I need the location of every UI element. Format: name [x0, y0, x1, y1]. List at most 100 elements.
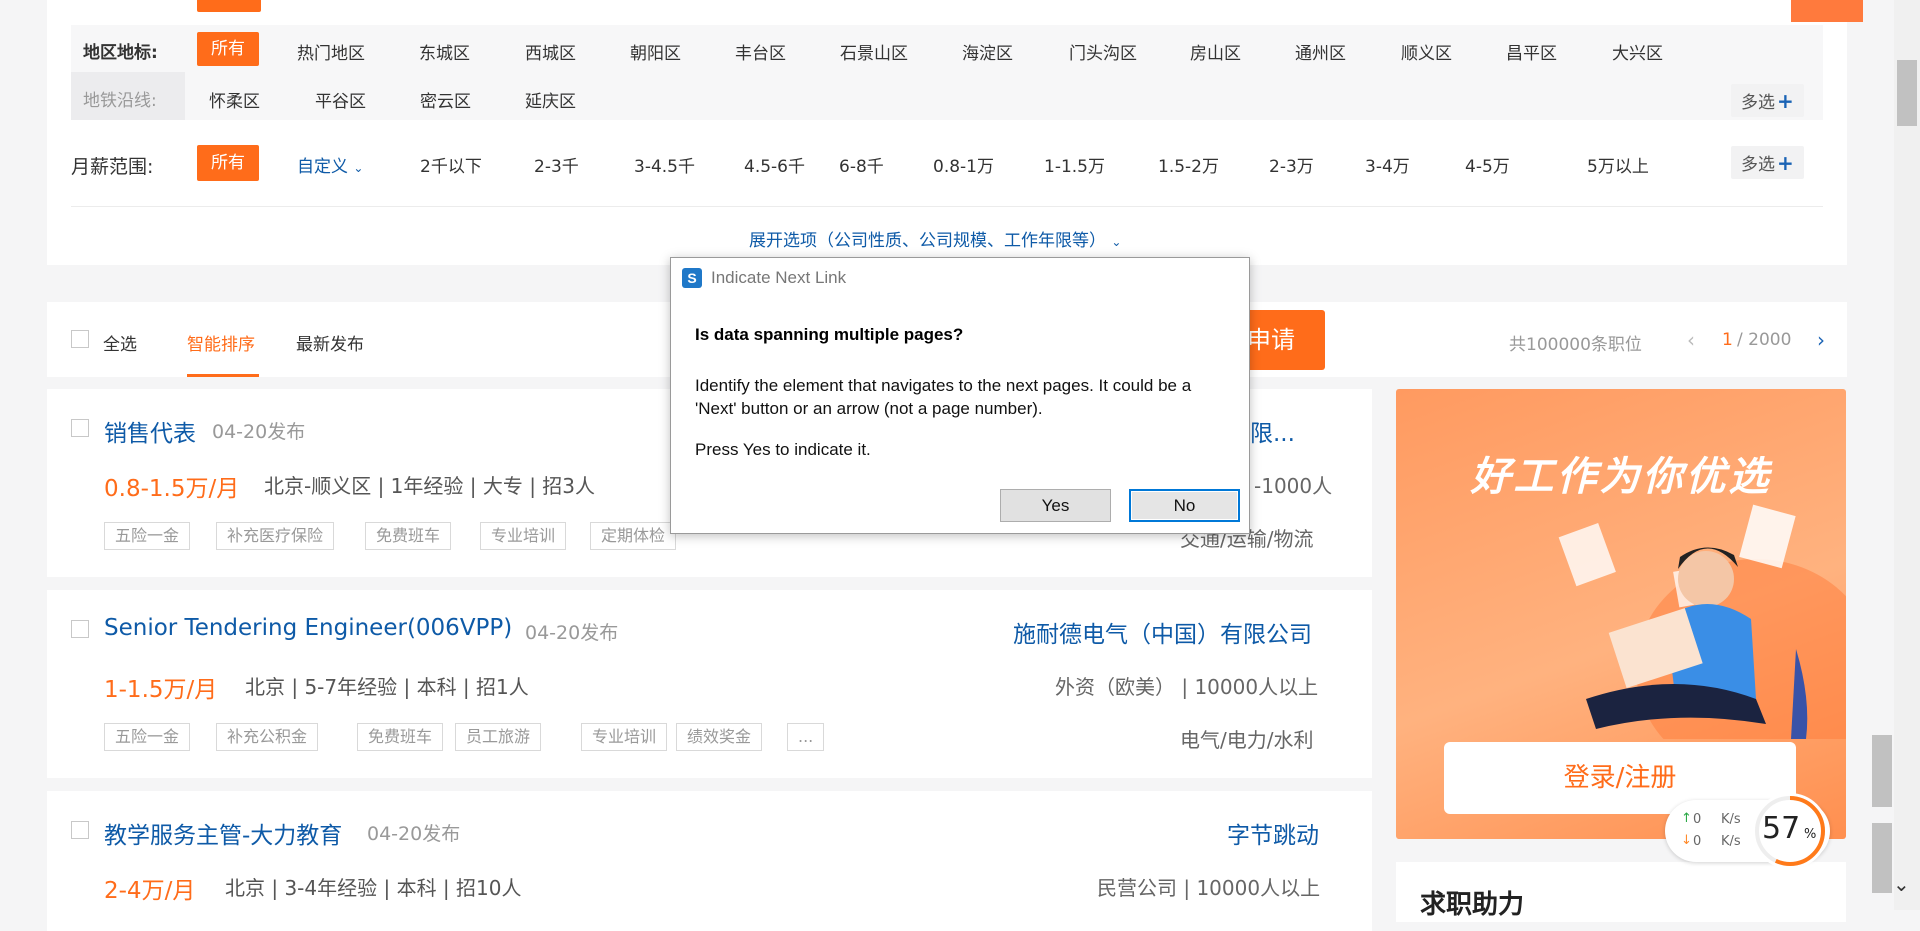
filter-option[interactable]: 西城区: [525, 39, 576, 64]
benefit-tag: 补充公积金: [216, 723, 319, 751]
job-card[interactable]: Senior Tendering Engineer(006VPP) 04-20发…: [47, 590, 1372, 778]
metro-label[interactable]: 地铁沿线:: [83, 86, 157, 111]
upload-speed: 0: [1693, 812, 1702, 827]
filter-option[interactable]: 顺义区: [1401, 39, 1452, 64]
sort-smart[interactable]: 智能排序: [187, 330, 255, 355]
filter-option[interactable]: 6-8千: [839, 152, 884, 177]
filter-option[interactable]: 昌平区: [1506, 39, 1557, 64]
job-title[interactable]: Senior Tendering Engineer(006VPP): [104, 615, 512, 641]
filter-option[interactable]: 热门地区: [297, 39, 365, 64]
filter-option[interactable]: 1-1.5万: [1044, 152, 1105, 177]
page-scrollbar[interactable]: [1894, 0, 1920, 910]
job-salary: 1-1.5万/月: [104, 677, 218, 703]
expand-options-link[interactable]: 展开选项（公司性质、公司规模、工作年限等） ⌄: [749, 226, 1121, 251]
area-all-option[interactable]: 所有: [197, 32, 259, 66]
multi-label: 多选: [1741, 93, 1775, 113]
no-button[interactable]: No: [1129, 489, 1240, 522]
upload-arrow-icon: ↑: [1681, 811, 1692, 826]
dialog-message: Identify the element that navigates to t…: [695, 376, 1192, 418]
job-checkbox[interactable]: [71, 620, 89, 638]
job-salary: 0.8-1.5万/月: [104, 476, 240, 502]
filter-option[interactable]: 怀柔区: [209, 87, 260, 112]
filter-option[interactable]: 0.8-1万: [933, 152, 994, 177]
benefit-tag: 员工旅游: [455, 723, 542, 751]
company-name[interactable]: 字节跳动: [1227, 816, 1319, 850]
select-all-label[interactable]: 全选: [103, 330, 137, 355]
prev-page-icon[interactable]: ‹: [1687, 328, 1695, 352]
job-date: 04-20发布: [212, 421, 306, 443]
dialog-titlebar[interactable]: S Indicate Next Link: [671, 258, 1249, 294]
download-speed: 0: [1693, 834, 1702, 849]
scroll-down-icon[interactable]: ⌄: [1893, 872, 1910, 896]
job-salary: 2-4万/月: [104, 878, 196, 904]
filter-option[interactable]: 朝阳区: [630, 39, 681, 64]
job-meta: 北京 | 3-4年经验 | 本科 | 招10人: [225, 876, 522, 900]
app-logo-icon: S: [682, 268, 702, 288]
filter-option[interactable]: 房山区: [1190, 39, 1241, 64]
company-name[interactable]: 施耐德电气（中国）有限公司: [1013, 615, 1312, 649]
filter-option[interactable]: 密云区: [420, 87, 471, 112]
scrollbar-thumb[interactable]: [1897, 60, 1917, 126]
yes-button[interactable]: Yes: [1000, 489, 1111, 522]
filter-option[interactable]: 东城区: [419, 39, 470, 64]
illustration-person-laptop-icon: [1558, 504, 1846, 739]
percent-sign: %: [1804, 827, 1817, 842]
filter-option[interactable]: 2-3万: [1269, 152, 1314, 177]
filter-option[interactable]: 平谷区: [315, 87, 366, 112]
area-label: 地区地标:: [83, 43, 158, 63]
salary-multi-select[interactable]: 多选 +: [1731, 146, 1804, 179]
job-checkbox[interactable]: [71, 419, 89, 437]
expand-label: 展开选项（公司性质、公司规模、工作年限等）: [749, 231, 1106, 251]
filter-option[interactable]: 延庆区: [525, 87, 576, 112]
filter-option[interactable]: 2千以下: [420, 152, 482, 177]
job-checkbox[interactable]: [71, 821, 89, 839]
next-page-icon[interactable]: ›: [1817, 328, 1825, 352]
dialog-prompt: Press Yes to indicate it.: [695, 440, 871, 459]
filter-option[interactable]: 4.5-6千: [744, 152, 805, 177]
select-all-checkbox[interactable]: [71, 330, 89, 348]
filter-option[interactable]: 丰台区: [735, 39, 786, 64]
filter-option[interactable]: 海淀区: [962, 39, 1013, 64]
salary-label: 月薪范围:: [71, 156, 154, 178]
job-date: 04-20发布: [525, 622, 619, 644]
company-meta: -1000人: [1254, 474, 1333, 498]
page-total: / 2000: [1737, 330, 1792, 350]
dialog-heading: Is data spanning multiple pages?: [695, 325, 964, 344]
sort-latest[interactable]: 最新发布: [296, 330, 364, 355]
job-meta: 北京-顺义区 | 1年经验 | 大专 | 招3人: [264, 474, 596, 498]
side-scroll-thumb[interactable]: [1872, 823, 1892, 893]
area-multi-select[interactable]: 多选 +: [1731, 84, 1804, 117]
speed-unit: K/s: [1721, 812, 1741, 827]
job-title[interactable]: 销售代表: [104, 414, 196, 448]
filter-option[interactable]: 门头沟区: [1069, 39, 1137, 64]
filter-option[interactable]: 3-4.5千: [634, 152, 695, 177]
memory-percent: 57: [1762, 811, 1801, 846]
benefit-tag: 定期体检: [590, 522, 677, 550]
side-scroll-thumb[interactable]: [1872, 735, 1892, 807]
filter-option[interactable]: 5万以上: [1587, 152, 1649, 177]
chevron-down-icon: ⌄: [1111, 235, 1122, 249]
top-corner-accent: [1791, 0, 1863, 22]
filter-option[interactable]: 石景山区: [840, 39, 908, 64]
city-selected-chip[interactable]: [197, 0, 261, 12]
filter-option[interactable]: 2-3千: [534, 152, 579, 177]
filter-option[interactable]: 4-5万: [1465, 152, 1510, 177]
promo-banner[interactable]: 好工作为你优选 登录/注册: [1396, 389, 1846, 839]
filter-option[interactable]: 通州区: [1295, 39, 1346, 64]
benefit-tag: 专业培训: [581, 723, 668, 751]
job-meta: 北京 | 5-7年经验 | 本科 | 招1人: [245, 675, 529, 699]
job-card[interactable]: 教学服务主管-大力教育 04-20发布 2-4万/月 北京 | 3-4年经验 |…: [47, 791, 1372, 931]
filter-option[interactable]: 大兴区: [1612, 39, 1663, 64]
plus-icon: +: [1777, 89, 1794, 113]
memory-usage-indicator[interactable]: 57 %: [1752, 793, 1828, 869]
salary-all-option[interactable]: 所有: [197, 145, 259, 181]
plus-icon: +: [1777, 151, 1794, 175]
current-page: 1: [1722, 330, 1733, 350]
total-count: 共100000条职位: [1509, 335, 1642, 355]
company-meta: 民营公司 | 10000人以上: [1097, 876, 1321, 900]
filter-option[interactable]: 3-4万: [1365, 152, 1410, 177]
benefit-tag: 五险一金: [104, 522, 191, 550]
salary-custom-dropdown[interactable]: 自定义 ⌄: [297, 152, 363, 177]
job-title[interactable]: 教学服务主管-大力教育: [104, 816, 342, 850]
filter-option[interactable]: 1.5-2万: [1158, 152, 1219, 177]
